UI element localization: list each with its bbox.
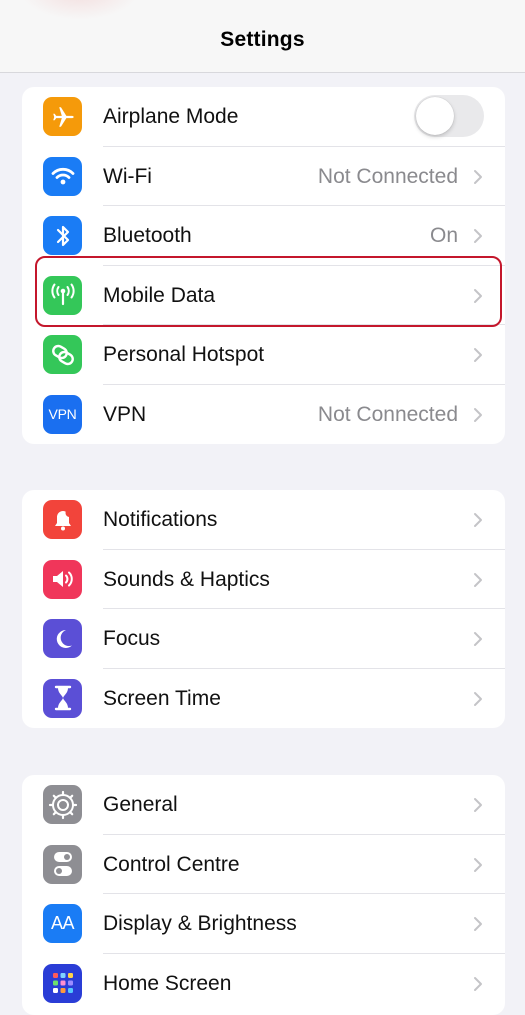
switches-icon [43,844,82,884]
settings-row-screen-time[interactable]: Screen Time [22,669,505,729]
bell-icon [43,500,82,539]
chevron-right-icon [474,169,482,184]
chevron-right-icon [474,917,482,931]
chevron-right-icon [474,572,482,587]
chevron-right-icon [474,857,482,872]
airplane-mode-toggle[interactable] [414,95,484,137]
settings-row-label: Control Centre [103,852,240,876]
settings-row-label: General [103,793,178,816]
general-group: General Control Centre AA Display & Brig… [22,775,505,1015]
settings-row-label: Bluetooth [103,224,192,247]
home-grid-icon [43,963,82,1003]
chevron-right-icon [474,513,482,527]
settings-row-label: Screen Time [103,686,221,710]
vpn-status-value: Not Connected [317,402,458,426]
settings-row-sounds-haptics[interactable]: Sounds & Haptics [22,550,505,609]
settings-row-label: Home Screen [103,971,232,995]
page-title: Settings [220,28,305,51]
speaker-icon [43,559,82,599]
settings-row-vpn[interactable]: VPN VPN Not Connected [22,385,505,445]
moon-icon [43,619,82,658]
settings-row-bluetooth[interactable]: Bluetooth On [22,206,505,266]
settings-row-wifi[interactable]: Wi-Fi Not Connected [22,147,505,206]
settings-row-general[interactable]: General [22,775,505,835]
settings-row-label: Wi-Fi [103,164,152,188]
chevron-right-icon [474,229,482,243]
settings-row-label: Mobile Data [103,283,216,307]
status-bar-blur [20,0,140,20]
bluetooth-icon [43,216,82,255]
antenna-icon [43,275,82,315]
wifi-icon [43,156,82,196]
notifications-group: Notifications Sounds & Haptics Focus Scr… [22,490,505,728]
chevron-right-icon [474,691,482,706]
settings-row-control-centre[interactable]: Control Centre [22,835,505,894]
chevron-right-icon [474,348,482,362]
chevron-right-icon [474,798,482,812]
settings-row-label: Notifications [103,508,218,531]
text-size-icon: AA [43,904,82,943]
settings-row-label: Focus [103,627,161,650]
settings-row-label: VPN [103,402,147,426]
hotspot-icon [43,335,82,374]
settings-row-mobile-data[interactable]: Mobile Data [22,266,505,325]
toggle-knob [416,97,454,135]
settings-row-notifications[interactable]: Notifications [22,490,505,550]
settings-row-label: Sounds & Haptics [103,567,270,591]
chevron-right-icon [474,976,482,991]
navigation-bar: Settings [0,0,525,73]
chevron-right-icon [474,288,482,303]
airplane-icon [43,97,82,136]
connectivity-group: Airplane Mode Wi-Fi Not Connected Blueto… [22,87,505,444]
wifi-status-value: Not Connected [317,164,458,188]
bluetooth-status-value: On [429,224,458,247]
settings-row-label: Airplane Mode [103,105,239,128]
settings-row-focus[interactable]: Focus [22,609,505,669]
settings-row-personal-hotspot[interactable]: Personal Hotspot [22,325,505,385]
settings-row-label: Personal Hotspot [103,343,265,366]
chevron-right-icon [474,632,482,646]
chevron-right-icon [474,407,482,422]
vpn-icon: VPN [43,394,82,434]
settings-row-label: Display & Brightness [103,912,297,935]
gear-icon [43,785,82,824]
settings-row-display-brightness[interactable]: AA Display & Brightness [22,894,505,954]
settings-row-home-screen[interactable]: Home Screen [22,954,505,1014]
hourglass-icon [43,678,82,718]
settings-row-airplane-mode[interactable]: Airplane Mode [22,87,505,147]
